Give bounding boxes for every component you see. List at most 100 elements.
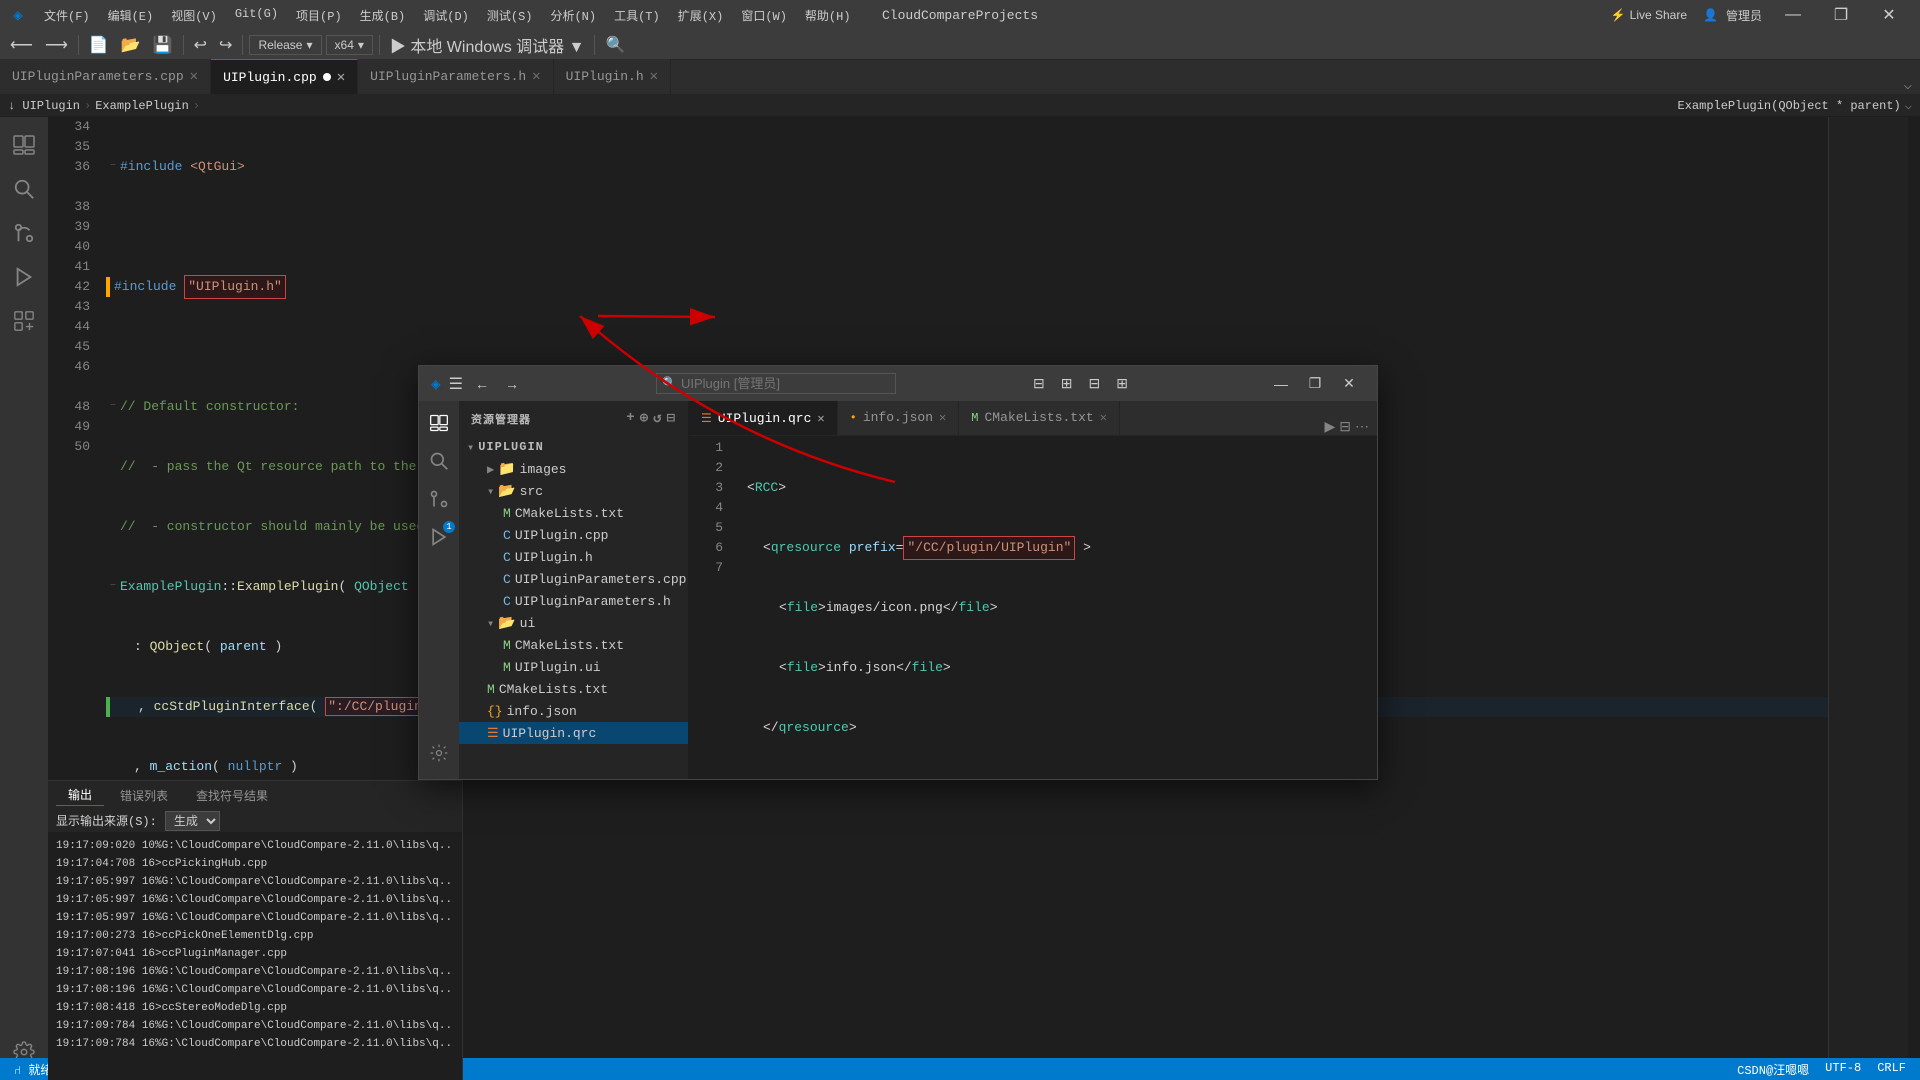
popup-tab-qrc[interactable]: ☰ UIPlugin.qrc ✕ [689,401,838,435]
search-button[interactable]: 🔍 [601,33,629,57]
tab-3-close[interactable]: ✕ [650,68,658,85]
popup-tab-cmake[interactable]: M CMakeLists.txt ✕ [959,401,1120,435]
popup-back-button[interactable]: ← [471,376,493,392]
fold-icon-38[interactable]: − [106,397,120,417]
output-tab-output[interactable]: 输出 [56,784,104,806]
open-file-button[interactable]: 📂 [117,33,145,57]
popup-tree-infojson[interactable]: {} info.json [459,700,688,722]
qrc-tab-close[interactable]: ✕ [817,411,824,426]
menu-help[interactable]: 帮助(H) [797,5,859,26]
undo-button[interactable]: ↩ [190,33,211,57]
popup-sidebar-icon-3[interactable]: ↺ [653,410,662,427]
tab-3[interactable]: UIPlugin.h ✕ [554,59,671,94]
menu-build[interactable]: 生成(B) [352,5,414,26]
activity-icon-explorer[interactable] [4,125,44,165]
fold-icon-34[interactable]: − [106,157,120,177]
popup-activity-git[interactable] [421,481,457,517]
popup-maximize-button[interactable]: ❐ [1299,368,1331,400]
popup-tab-infojson[interactable]: • info.json ✕ [838,401,960,435]
popup-tree-src-cmake[interactable]: M CMakeLists.txt [459,502,688,524]
src-folder-icon: 📂 [498,483,515,500]
fold-icon-41[interactable]: − [106,577,120,597]
popup-tree-src[interactable]: ▾ 📂 src [459,480,688,502]
output-tab-errors[interactable]: 错误列表 [108,785,180,806]
popup-sidebar-icon-4[interactable]: ⊟ [667,410,676,427]
popup-search-input[interactable] [656,373,896,394]
popup-tree-root-cmake[interactable]: M CMakeLists.txt [459,678,688,700]
tab-2-close[interactable]: ✕ [532,68,540,85]
menu-analyze[interactable]: 分析(N) [542,5,604,26]
activity-icon-search[interactable] [4,169,44,209]
menu-extensions[interactable]: 扩展(X) [670,5,732,26]
popup-activity-bottom[interactable] [421,735,457,771]
menu-window[interactable]: 窗口(W) [733,5,795,26]
popup-tree-root[interactable]: ▾ UIPLUGIN [459,436,688,458]
output-content[interactable]: 19:17:09:020 10%G:\CloudCompare\CloudCom… [48,833,462,1050]
status-csdn[interactable]: CSDN@汪嗯嗯 [1731,1061,1815,1078]
activity-icon-debug[interactable] [4,257,44,297]
menu-edit[interactable]: 编辑(E) [100,5,162,26]
run-button[interactable]: ▶ 本地 Windows 调试器 ▼ [386,31,589,59]
popup-tree-uiplugin-h[interactable]: C UIPlugin.h [459,546,688,568]
popup-tree-uipluginparams-h[interactable]: C UIPluginParameters.h [459,590,688,612]
popup-more-btn[interactable]: ⋯ [1355,418,1369,435]
popup-tree-uipluginqrc[interactable]: ☰ UIPlugin.qrc [459,722,688,744]
popup-layout-btn-1[interactable]: ⊟ [1029,373,1049,394]
popup-split-btn[interactable]: ⊟ [1339,418,1351,435]
popup-tree-images[interactable]: ▶ 📁 images [459,458,688,480]
activity-icon-git[interactable] [4,213,44,253]
output-tab-find[interactable]: 查找符号结果 [184,785,280,806]
popup-run-btn[interactable]: ▶ [1324,418,1335,435]
tab-0-close[interactable]: ✕ [190,68,198,85]
status-encoding[interactable]: UTF-8 [1819,1061,1867,1078]
popup-tree-ui-cmake[interactable]: M CMakeLists.txt [459,634,688,656]
back-button[interactable]: ⟵ [6,33,37,57]
menu-test[interactable]: 测试(S) [479,5,541,26]
popup-tree-uiplugin-cpp[interactable]: C UIPlugin.cpp [459,524,688,546]
menu-file[interactable]: 文件(F) [36,5,98,26]
tab-collapse-icon[interactable]: ⌵ [1904,77,1912,94]
forward-button[interactable]: ⟶ [41,33,72,57]
redo-button[interactable]: ↪ [215,33,236,57]
save-button[interactable]: 💾 [149,33,177,57]
popup-layout-btn-3[interactable]: ⊟ [1084,373,1104,394]
infojson-tab-close[interactable]: ✕ [939,410,946,425]
popup-tree-ui[interactable]: ▾ 📂 ui [459,612,688,634]
popup-layout-btn-2[interactable]: ⊞ [1057,373,1077,394]
popup-sidebar-icon-2[interactable]: ⊕ [640,410,649,427]
release-dropdown[interactable]: Release ▾ [249,35,321,55]
popup-close-button[interactable]: ✕ [1333,368,1365,400]
popup-forward-button[interactable]: → [501,376,523,392]
new-file-button[interactable]: 📄 [85,33,113,57]
tab-2[interactable]: UIPluginParameters.h ✕ [358,59,553,94]
arch-dropdown[interactable]: x64 ▾ [326,35,373,55]
popup-activity-explorer[interactable] [421,405,457,441]
popup-layout-btn-4[interactable]: ⊞ [1112,373,1132,394]
menu-git[interactable]: Git(G) [227,5,286,26]
scroll-area[interactable] [1908,117,1920,1080]
popup-sidebar-icon-1[interactable]: + [626,410,635,427]
menu-view[interactable]: 视图(V) [163,5,225,26]
tab-0[interactable]: UIPluginParameters.cpp ✕ [0,59,211,94]
tab-1[interactable]: UIPlugin.cpp ✕ [211,59,358,94]
menu-project[interactable]: 项目(P) [288,5,350,26]
popup-tree-uiplugin-ui[interactable]: M UIPlugin.ui [459,656,688,678]
tab-1-close[interactable]: ✕ [337,69,345,86]
live-share-button[interactable]: ⚡ Live Share [1603,6,1695,24]
status-eol[interactable]: CRLF [1871,1061,1912,1078]
activity-icon-extensions[interactable] [4,301,44,341]
popup-menu-icon[interactable]: ☰ [449,374,463,394]
menu-debug[interactable]: 调试(D) [415,5,477,26]
menu-tools[interactable]: 工具(T) [606,5,668,26]
close-button[interactable]: ✕ [1866,0,1912,30]
maximize-button[interactable]: ❐ [1818,0,1864,30]
output-source-select[interactable]: 生成 [165,811,220,831]
minimize-button[interactable]: — [1770,0,1816,30]
popup-code-content[interactable]: <RCC> <qresource prefix="/CC/plugin/UIPl… [731,436,1377,779]
popup-activity-search[interactable] [421,443,457,479]
popup-minimize-button[interactable]: — [1265,368,1297,400]
popup-tree-uipluginparams-cpp[interactable]: C UIPluginParameters.cpp [459,568,688,590]
popup-activity-debug[interactable]: 1 [421,519,457,555]
cmake-tab-close[interactable]: ✕ [1100,410,1107,425]
collapse-icon[interactable]: ⌵ [1905,98,1912,113]
